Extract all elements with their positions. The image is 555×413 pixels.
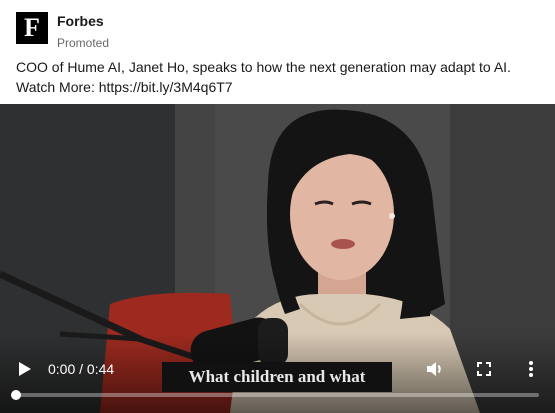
progress-bar[interactable] — [11, 390, 539, 400]
promoted-label: Promoted — [57, 36, 110, 50]
video-caption: What children and what — [162, 362, 392, 392]
fullscreen-button[interactable] — [472, 357, 496, 381]
progress-thumb[interactable] — [11, 390, 21, 400]
time-display: 0:00 / 0:44 — [48, 361, 115, 377]
play-icon — [19, 362, 31, 376]
sponsored-post: F Forbes Promoted COO of Hume AI, Janet … — [0, 0, 555, 413]
volume-icon — [427, 362, 441, 376]
more-vertical-icon — [529, 361, 533, 377]
post-text-line: COO of Hume AI, Janet Ho, speaks to how … — [16, 59, 511, 75]
post-text: COO of Hume AI, Janet Ho, speaks to how … — [16, 57, 541, 97]
author-name[interactable]: Forbes — [57, 12, 109, 30]
fullscreen-icon — [477, 362, 491, 376]
volume-button[interactable] — [423, 357, 447, 381]
post-header: F Forbes Promoted — [16, 12, 109, 51]
post-link-line[interactable]: Watch More: https://bit.ly/3M4q6T7 — [16, 77, 541, 97]
forbes-logo[interactable]: F — [16, 12, 48, 44]
play-button[interactable] — [14, 358, 36, 380]
author-meta: Forbes Promoted — [57, 12, 109, 51]
more-options-button[interactable] — [519, 357, 543, 381]
